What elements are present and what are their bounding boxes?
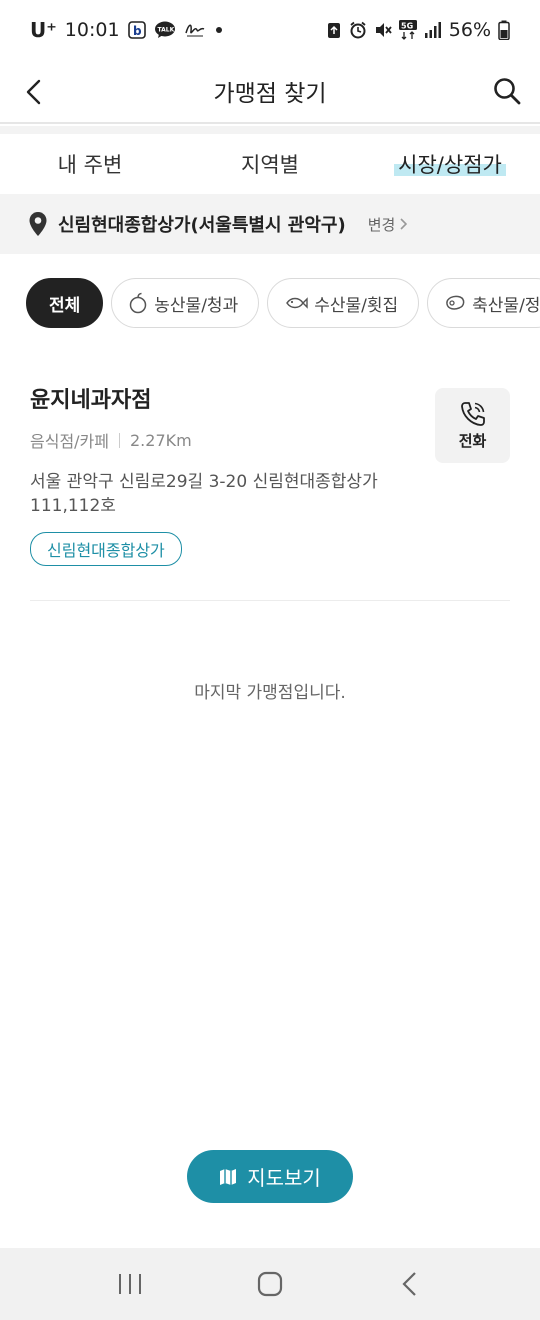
search-icon [494,78,521,105]
alarm-icon [349,21,367,39]
clock: 10:01 [64,19,120,41]
notification-b-icon: b [127,21,146,39]
app-header: 가맹점 찾기 [0,60,540,124]
call-label: 전화 [458,432,487,450]
header-divider-band [0,126,540,134]
chip-meat[interactable]: 축산물/정 [427,278,540,328]
change-location-label: 변경 [367,215,396,234]
location-name: 신림현대종합상가(서울특별시 관악구) [58,215,346,236]
fruit-icon [130,292,147,314]
change-location-link[interactable]: 변경 [368,214,408,235]
recent-apps-icon [119,1274,141,1294]
tab-nearby-label: 내 주변 [57,153,123,177]
fish-icon [286,297,308,309]
map-view-label: 지도보기 [247,1166,321,1190]
carrier-label: U⁺ [30,18,57,42]
meta-separator [119,432,120,448]
signature-icon [184,21,206,39]
list-divider [30,600,510,601]
svg-text:b: b [133,24,142,38]
signal-icon [424,21,442,39]
map-icon [220,1168,237,1185]
tab-market-label: 시장/상점가 [398,153,502,177]
mute-icon [374,21,392,39]
store-category: 음식점/카페 [30,432,109,451]
battery-percent: 56% [448,19,491,41]
end-of-list-message: 마지막 가맹점입니다. [194,683,346,703]
location-bar: 신림현대종합상가(서울특별시 관악구) 변경 [0,194,540,254]
chip-produce-label: 농산물/청과 [154,295,239,316]
market-tag: 신림현대종합상가 [30,532,182,566]
system-nav-bar [0,1248,540,1320]
call-button[interactable]: 전화 [435,388,510,463]
chip-meat-label: 축산물/정 [472,295,540,316]
tab-bar: 내 주변 지역별 시장/상점가 [0,134,540,194]
recycle-icon [326,21,342,39]
chip-all[interactable]: 전체 [26,278,104,328]
map-view-button[interactable]: 지도보기 [187,1150,353,1203]
tab-region[interactable]: 지역별 [180,134,360,194]
tab-region-label: 지역별 [241,153,299,177]
store-distance: 2.27Km [130,430,192,450]
store-address: 서울 관악구 신림로29길 3-20 신림현대종합상가 111,112호 [30,472,378,516]
talk-icon: TALK [154,21,176,39]
meat-icon [446,295,465,310]
chip-produce[interactable]: 농산물/청과 [111,278,260,328]
dot-icon [214,25,224,35]
back-button[interactable] [12,70,56,114]
system-back-button[interactable] [380,1254,440,1314]
battery-icon [498,20,510,40]
chip-seafood-label: 수산물/횟집 [314,295,399,316]
recent-apps-button[interactable] [100,1254,160,1314]
status-bar: U⁺ 10:01 b TALK 5G 56% [0,0,540,60]
svg-text:TALK: TALK [157,27,174,34]
chip-seafood[interactable]: 수산물/횟집 [267,278,420,328]
home-button[interactable] [240,1254,300,1314]
category-chips: 전체 농산물/청과 수산물/횟집 축산물/정 [26,278,540,328]
back-arrow-icon [402,1272,416,1296]
search-button[interactable] [484,68,530,114]
location-pin-icon [29,212,47,236]
network-label: 5G [401,22,413,31]
chip-all-label: 전체 [49,295,81,316]
tab-market-active: 시장/상점가 [394,149,506,179]
home-icon [257,1271,283,1297]
network-5g-icon: 5G [398,20,417,40]
chevron-right-icon [400,218,408,230]
phone-icon [460,402,485,426]
chevron-left-icon [26,79,41,105]
tab-market[interactable]: 시장/상점가 [360,134,540,194]
page-title: 가맹점 찾기 [213,81,327,107]
tab-nearby[interactable]: 내 주변 [0,134,180,194]
